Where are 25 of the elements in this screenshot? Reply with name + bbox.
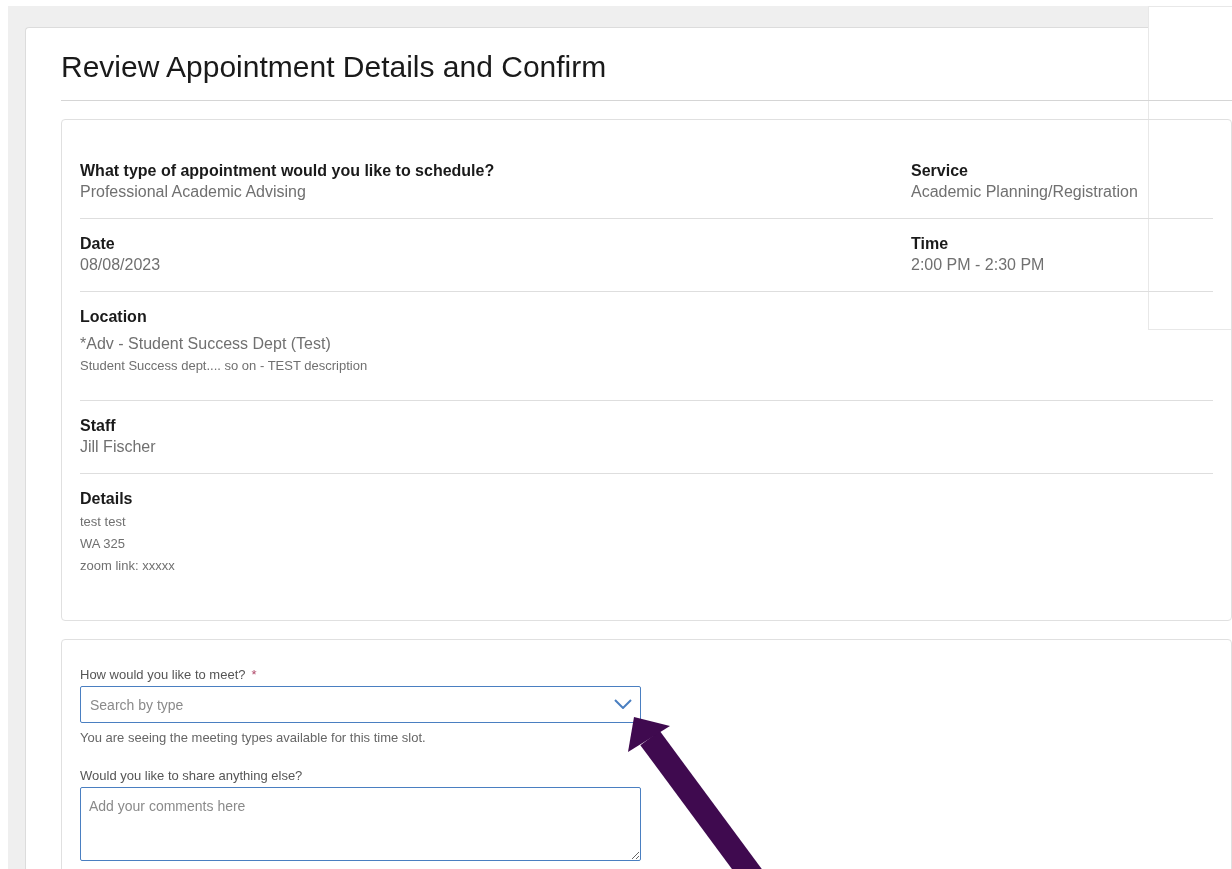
detail-line: test test <box>80 513 126 531</box>
field-value: 2:00 PM - 2:30 PM <box>911 255 1045 275</box>
field-label: How would you like to meet? <box>80 666 246 684</box>
field-label: Service <box>911 161 968 181</box>
detail-line: WA 325 <box>80 535 126 553</box>
chevron-down-icon <box>614 699 632 709</box>
field-note: Student Success dept.... so on - TEST description <box>80 357 368 375</box>
field-value: *Adv - Student Success Dept (Test) <box>80 334 331 354</box>
field-value: Jill Fischer <box>80 437 156 457</box>
field-value: Academic Planning/Registration <box>911 182 1138 202</box>
field-value: Professional Academic Advising <box>80 182 306 202</box>
page-title: Review Appointment Details and Confirm <box>61 49 608 85</box>
detail-line: zoom link: xxxxx <box>80 557 175 575</box>
field-label: Location <box>80 307 147 327</box>
comments-field[interactable]: Add your comments here <box>80 787 641 861</box>
field-label: Staff <box>80 416 116 436</box>
field-label: Date <box>80 234 115 254</box>
field-label: What type of appointment would you like to schedule? <box>80 161 495 181</box>
field-value: 08/08/2023 <box>80 255 161 275</box>
meeting-type-dropdown[interactable]: Search by type <box>80 686 641 723</box>
field-label: Time <box>911 234 949 254</box>
hint-text: You are seeing the meeting types available for this time slot. <box>80 729 426 747</box>
required-mark: * <box>251 666 257 684</box>
field-label: Details <box>80 489 133 509</box>
field-label: Would you like to share anything else? <box>80 767 303 785</box>
